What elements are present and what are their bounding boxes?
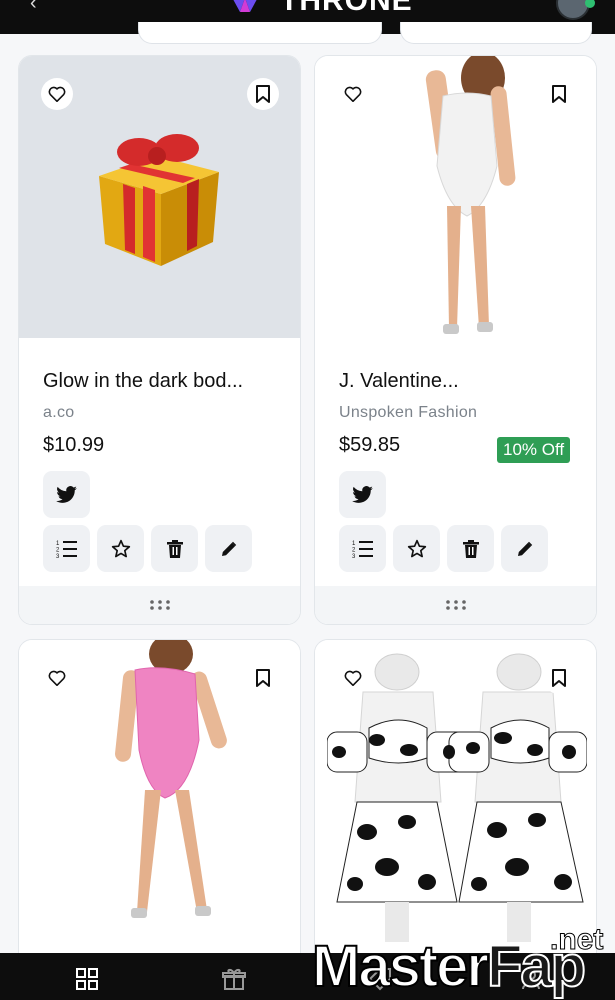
pencil-icon <box>221 541 236 556</box>
bookmark-icon <box>256 85 270 103</box>
heart-icon <box>344 86 362 102</box>
product-site: Unspoken Fashion <box>339 404 478 421</box>
bookmark-button[interactable] <box>247 78 279 110</box>
list-icon: 123 <box>352 540 373 559</box>
favorite-button[interactable] <box>337 662 369 694</box>
delete-button[interactable] <box>447 525 494 572</box>
bookmark-icon <box>552 85 566 103</box>
svg-text:2: 2 <box>352 547 356 553</box>
delete-button[interactable] <box>151 525 198 572</box>
product-title[interactable]: Glow in the dark bod... <box>43 370 243 393</box>
share-twitter-button[interactable] <box>339 471 386 518</box>
watermark-logo: .net MasterFap <box>310 923 615 1000</box>
edit-button[interactable] <box>205 525 252 572</box>
bookmark-button[interactable] <box>247 662 279 694</box>
watermark-text: MasterFap <box>311 933 587 1000</box>
product-price: $10.99 <box>43 434 105 456</box>
heart-icon <box>344 670 362 686</box>
drag-handle[interactable] <box>19 586 300 624</box>
svg-text:3: 3 <box>352 554 356 559</box>
twitter-icon <box>55 485 77 503</box>
product-card[interactable]: J. Valentine... Unspoken Fashion $59.85 … <box>314 55 597 625</box>
bookmark-button[interactable] <box>543 662 575 694</box>
filter-pill[interactable] <box>138 22 382 44</box>
bookmark-button[interactable] <box>543 78 575 110</box>
product-title[interactable]: J. Valentine... <box>339 370 459 393</box>
svg-text:1: 1 <box>56 541 60 547</box>
more-dots-icon <box>149 600 170 610</box>
product-card[interactable] <box>18 639 301 969</box>
trash-icon <box>166 539 183 558</box>
share-twitter-button[interactable] <box>43 471 90 518</box>
product-card[interactable]: Glow in the dark bod... a.co $10.99 123 <box>18 55 301 625</box>
list-button[interactable]: 123 <box>339 525 386 572</box>
brand-name: THRONE <box>280 0 413 17</box>
twitter-icon <box>351 485 373 503</box>
online-indicator <box>585 0 595 8</box>
gift-box-icon <box>99 134 219 266</box>
bookmark-icon <box>552 669 566 687</box>
more-dots-icon <box>445 600 466 610</box>
product-price: $59.85 <box>339 434 401 456</box>
product-card[interactable] <box>314 639 597 969</box>
star-icon <box>111 539 130 557</box>
watermark-fap: Fap <box>486 933 587 1000</box>
bookmark-icon <box>256 669 270 687</box>
product-site: a.co <box>43 404 75 421</box>
watermark-master: Master <box>311 933 490 1000</box>
grid-icon[interactable] <box>75 967 99 991</box>
favorite-button[interactable] <box>41 78 73 110</box>
pink-bodysuit-photo <box>115 640 227 918</box>
cow-print-outfits-photo <box>327 653 587 942</box>
heart-icon <box>48 670 66 686</box>
gift-icon[interactable] <box>222 967 246 991</box>
heart-icon <box>48 86 66 102</box>
white-bodysuit-photo <box>425 56 516 334</box>
edit-button[interactable] <box>501 525 548 572</box>
favorite-button[interactable] <box>337 78 369 110</box>
list-button[interactable]: 123 <box>43 525 90 572</box>
svg-text:3: 3 <box>56 554 60 559</box>
star-button[interactable] <box>393 525 440 572</box>
filter-pill[interactable] <box>400 22 592 44</box>
trash-icon <box>462 539 479 558</box>
list-icon: 123 <box>56 540 77 559</box>
star-button[interactable] <box>97 525 144 572</box>
favorite-button[interactable] <box>41 662 73 694</box>
svg-text:2: 2 <box>56 547 60 553</box>
back-icon[interactable]: ‹ <box>30 0 37 15</box>
discount-badge: 10% Off <box>497 437 571 463</box>
star-icon <box>407 539 426 557</box>
throne-logo-icon <box>233 0 257 12</box>
pencil-icon <box>517 541 532 556</box>
svg-text:1: 1 <box>352 541 356 547</box>
drag-handle[interactable] <box>315 586 596 624</box>
